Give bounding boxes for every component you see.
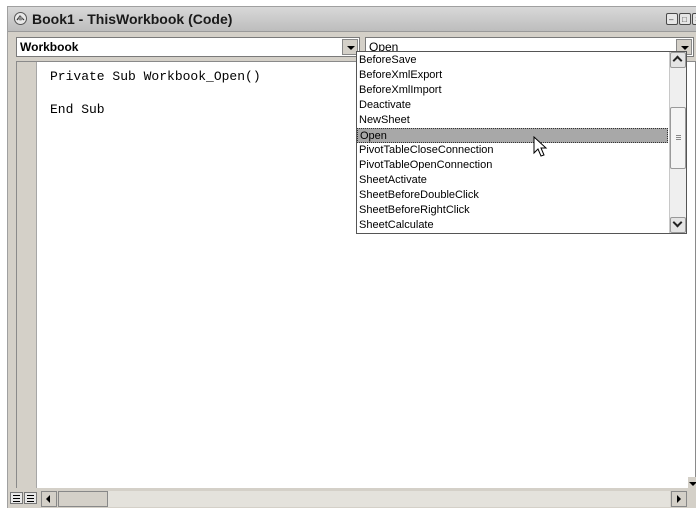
scroll-right-button[interactable] bbox=[671, 491, 687, 507]
code-line[interactable]: End Sub bbox=[50, 102, 105, 117]
procedure-option[interactable]: NewSheet bbox=[357, 113, 668, 128]
dropdown-scroll-thumb[interactable] bbox=[670, 107, 686, 169]
horizontal-scroll-thumb[interactable] bbox=[58, 491, 108, 507]
object-dropdown-value: Workbook bbox=[20, 40, 79, 54]
procedure-option[interactable]: PivotTableCloseConnection bbox=[357, 143, 668, 158]
full-module-view-icon[interactable] bbox=[24, 492, 37, 504]
mouse-pointer-icon bbox=[533, 136, 548, 157]
procedure-option[interactable]: SheetCalculate bbox=[357, 218, 668, 233]
title-bar[interactable]: Book1 - ThisWorkbook (Code) – □ × bbox=[8, 7, 696, 32]
bottom-bar bbox=[8, 488, 696, 508]
procedure-option[interactable]: PivotTableOpenConnection bbox=[357, 158, 668, 173]
scroll-down-button[interactable] bbox=[670, 217, 686, 233]
procedure-option[interactable]: Open bbox=[357, 128, 668, 143]
horizontal-scroll-track[interactable] bbox=[58, 491, 670, 507]
procedure-option[interactable]: SheetActivate bbox=[357, 173, 668, 188]
minimize-icon[interactable]: – bbox=[666, 13, 678, 25]
procedure-option[interactable]: Deactivate bbox=[357, 98, 668, 113]
dropdown-scrollbar[interactable] bbox=[669, 52, 686, 233]
procedure-option[interactable]: BeforeXmlExport bbox=[357, 68, 668, 83]
restore-icon[interactable]: □ bbox=[679, 13, 691, 25]
scroll-up-button[interactable] bbox=[670, 52, 686, 68]
object-dropdown[interactable]: Workbook bbox=[16, 37, 360, 57]
margin-indicator-bar[interactable] bbox=[17, 62, 37, 488]
code-line[interactable]: Private Sub Workbook_Open() bbox=[50, 69, 261, 84]
scroll-left-button[interactable] bbox=[41, 491, 57, 507]
procedure-option[interactable]: BeforeSave bbox=[357, 53, 668, 68]
procedure-options: BeforeSave BeforeXmlExport BeforeXmlImport… bbox=[357, 53, 668, 233]
vba-module-icon bbox=[14, 12, 27, 25]
procedure-view-icon[interactable] bbox=[10, 492, 23, 504]
procedure-dropdown-list[interactable]: BeforeSave BeforeXmlExport BeforeXmlImport… bbox=[356, 51, 687, 234]
procedure-option[interactable]: SheetBeforeDoubleClick bbox=[357, 188, 668, 203]
close-icon[interactable]: × bbox=[692, 13, 696, 25]
procedure-option[interactable]: SheetBeforeRightClick bbox=[357, 203, 668, 218]
procedure-option[interactable]: BeforeXmlImport bbox=[357, 83, 668, 98]
window-title: Book1 - ThisWorkbook (Code) bbox=[32, 11, 233, 27]
